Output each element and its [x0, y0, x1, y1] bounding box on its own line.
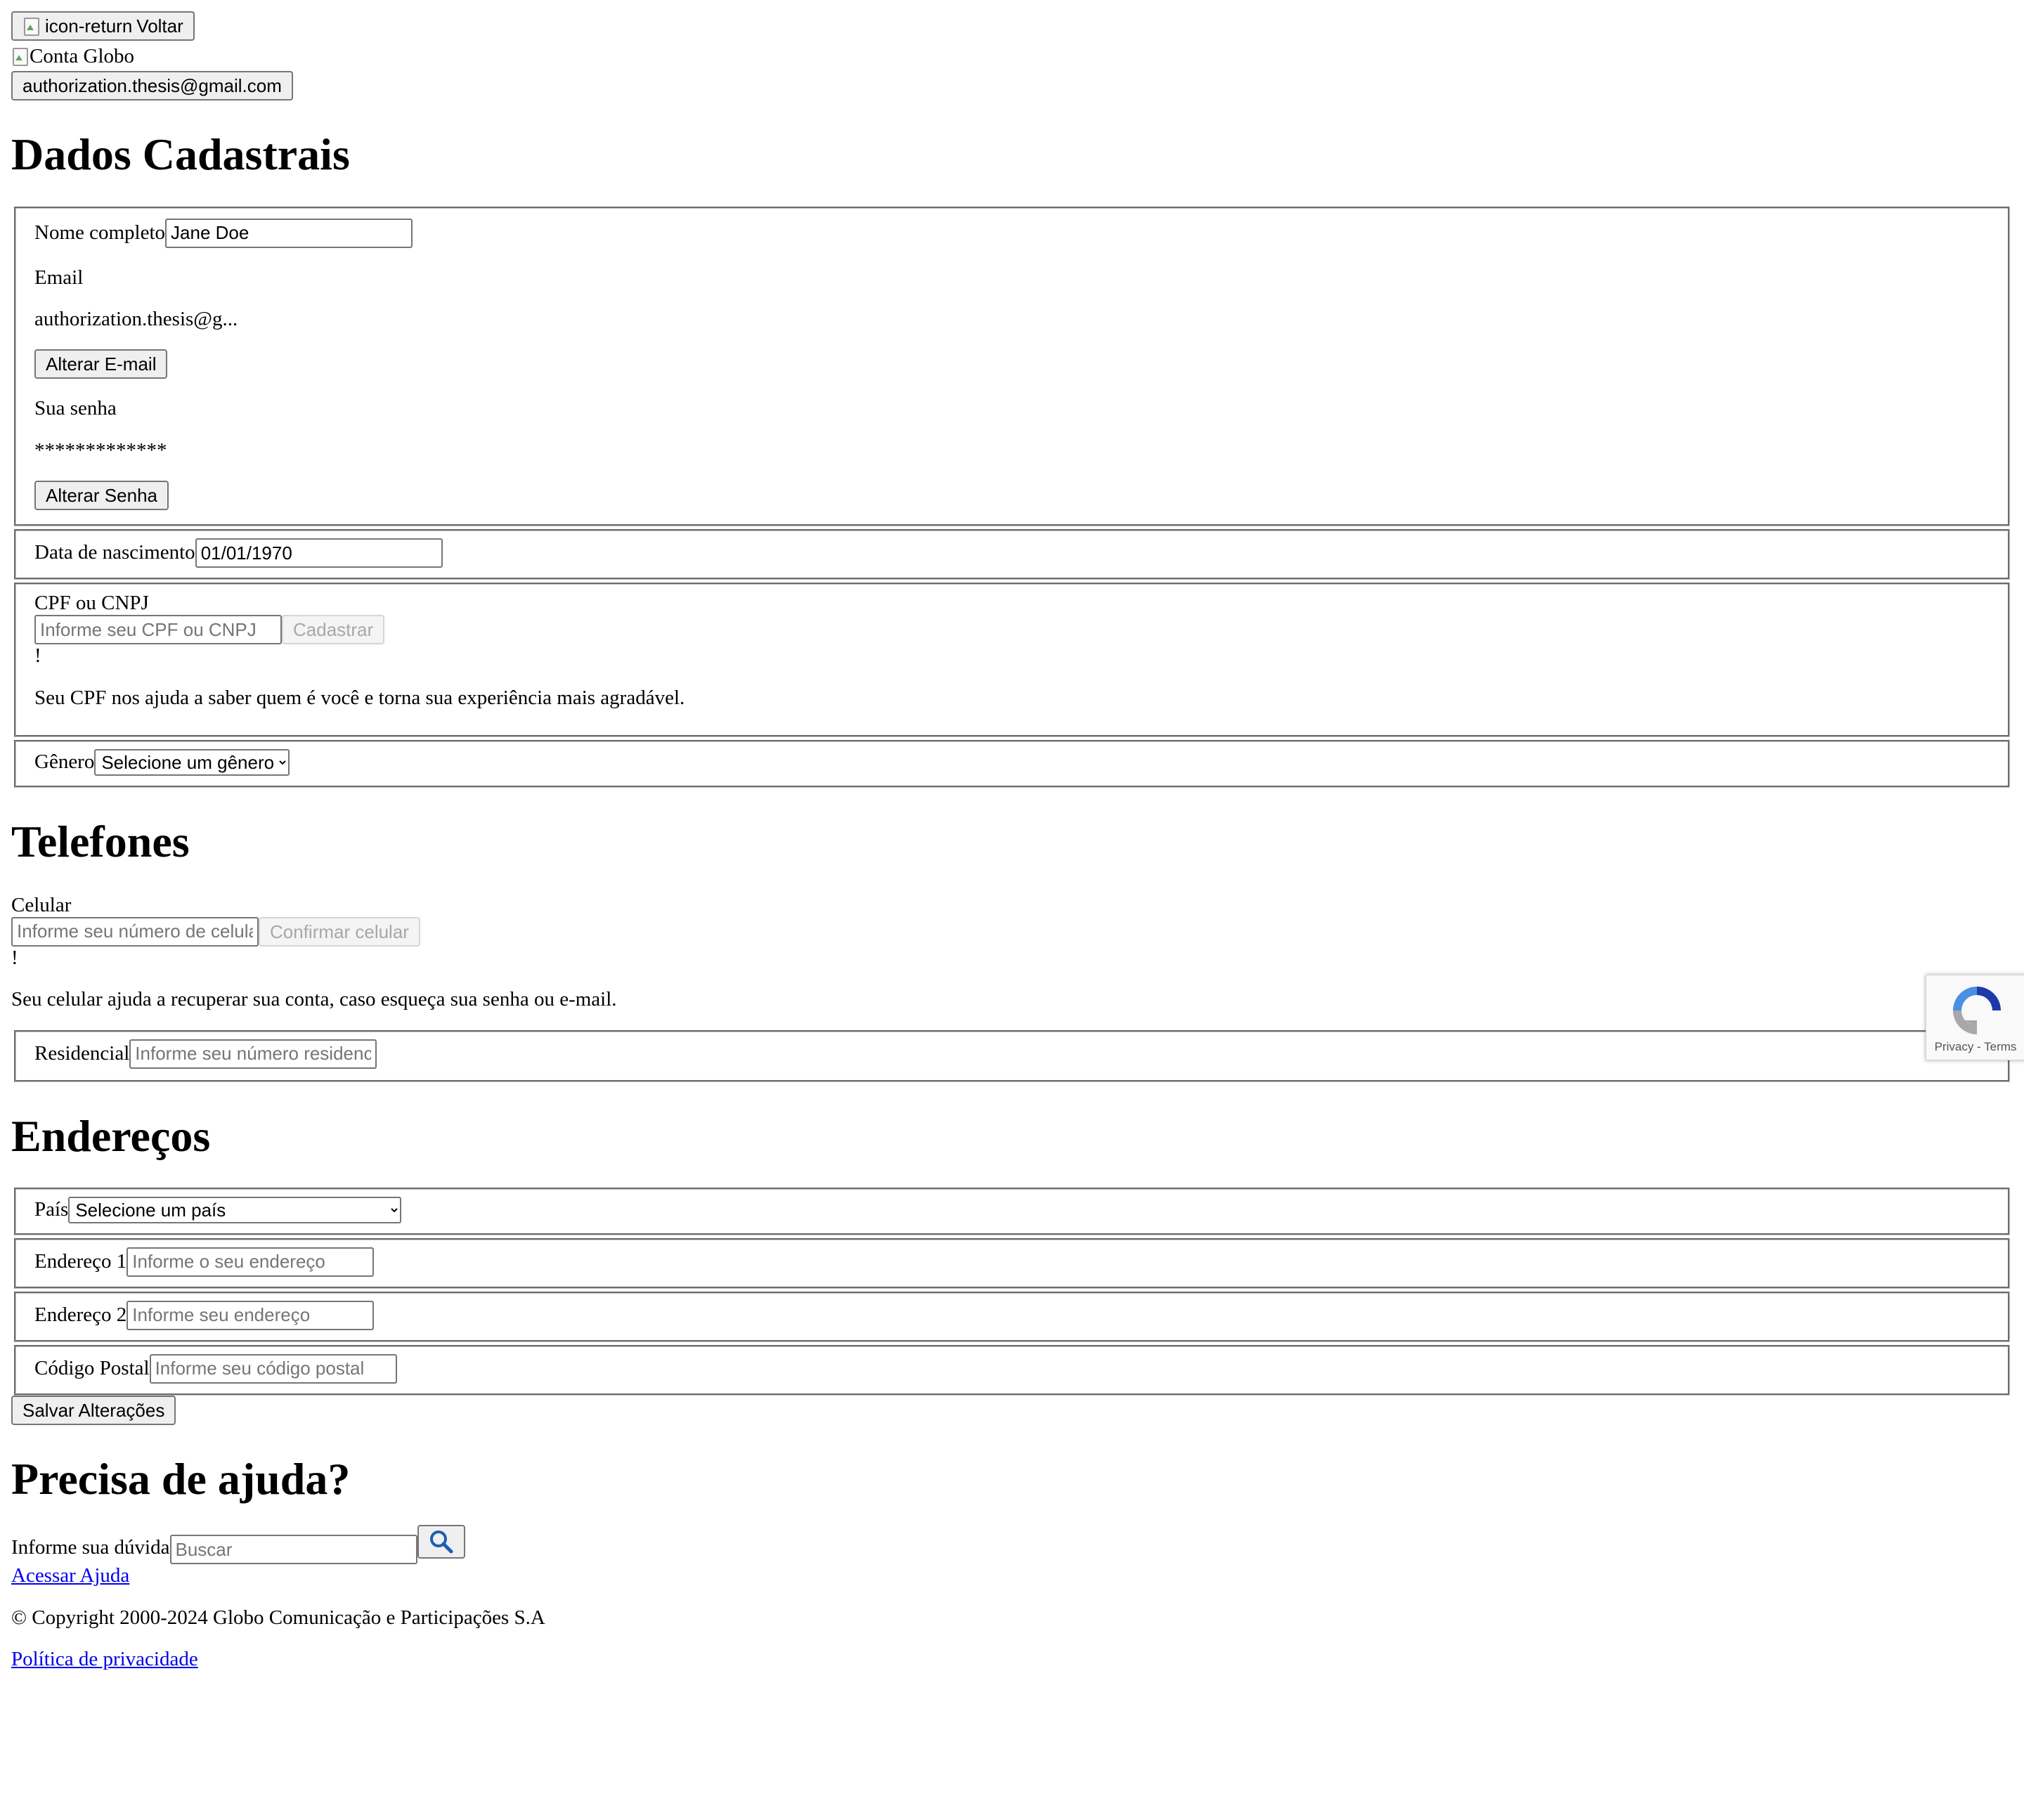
- return-icon: [22, 16, 41, 36]
- confirmar-celular-button[interactable]: Confirmar celular: [259, 916, 420, 947]
- cpf-help-text: Seu CPF nos ajuda a saber quem é você e …: [34, 686, 685, 709]
- endereco-1-label: Endereço 1: [34, 1250, 127, 1273]
- fieldset-codigo-postal: Código Postal: [14, 1344, 2010, 1396]
- section-title-enderecos: Endereços: [11, 1110, 211, 1161]
- fieldset-cpf: CPF ou CNPJ Cadastrar ! Seu CPF nos ajud…: [14, 583, 2010, 738]
- recaptcha-icon: [1953, 987, 2001, 1034]
- nascimento-input[interactable]: [195, 538, 443, 568]
- email-label: Email: [34, 266, 84, 289]
- help-search-button[interactable]: [417, 1525, 465, 1559]
- celular-help-text: Seu celular ajuda a recuperar sua conta,…: [11, 988, 617, 1011]
- genero-label: Gênero: [34, 750, 95, 774]
- acessar-ajuda-link[interactable]: Acessar Ajuda: [11, 1564, 129, 1587]
- logo-alt-text: Conta Globo: [30, 44, 135, 67]
- genero-select[interactable]: Selecione um gênero: [94, 749, 290, 776]
- pais-label: País: [34, 1198, 69, 1221]
- endereco-1-input[interactable]: [126, 1247, 375, 1277]
- endereco-2-input[interactable]: [126, 1300, 375, 1330]
- endereco-2-label: Endereço 2: [34, 1304, 127, 1327]
- search-icon: [429, 1530, 453, 1554]
- logo-image-icon: [11, 46, 30, 67]
- recaptcha-terms[interactable]: Privacy - Terms: [1926, 1040, 2024, 1054]
- salvar-alteracoes-button[interactable]: Salvar Alterações: [11, 1395, 176, 1425]
- privacy-policy-link[interactable]: Política de privacidade: [11, 1648, 198, 1670]
- alterar-email-button[interactable]: Alterar E-mail: [34, 349, 168, 379]
- section-title-telefones: Telefones: [11, 817, 190, 867]
- fieldset-residencial: Residencial: [14, 1029, 2010, 1082]
- back-button[interactable]: icon-return Voltar: [11, 11, 195, 41]
- pais-select[interactable]: Selecione um país: [68, 1196, 402, 1223]
- cpf-alert-icon: !: [34, 644, 41, 668]
- fieldset-account: Nome completo Email authorization.thesis…: [14, 206, 2010, 527]
- celular-label: Celular: [11, 893, 72, 916]
- fieldset-endereco-2: Endereço 2: [14, 1291, 2010, 1342]
- fieldset-genero: Gênero Selecione um gênero: [14, 740, 2010, 788]
- copyright-text: © Copyright 2000-2024 Globo Comunicação …: [11, 1606, 545, 1629]
- section-title-ajuda: Precisa de ajuda?: [11, 1453, 351, 1504]
- senha-label: Sua senha: [34, 397, 117, 420]
- section-title-dados-cadastrais: Dados Cadastrais: [11, 129, 350, 180]
- email-value: authorization.thesis@g...: [34, 308, 238, 331]
- cpf-label: CPF ou CNPJ: [34, 592, 149, 615]
- fieldset-endereco-1: Endereço 1: [14, 1237, 2010, 1289]
- residencial-input[interactable]: [129, 1039, 377, 1069]
- duvida-label: Informe sua dúvida: [11, 1535, 170, 1559]
- codigo-postal-input[interactable]: [149, 1353, 397, 1384]
- celular-alert-icon: !: [11, 946, 18, 969]
- celular-input[interactable]: [11, 916, 259, 947]
- nome-label: Nome completo: [34, 221, 166, 245]
- nascimento-label: Data de nascimento: [34, 541, 195, 564]
- logo: Conta Globo: [11, 41, 2013, 71]
- alterar-senha-button[interactable]: Alterar Senha: [34, 481, 169, 511]
- account-email-button[interactable]: authorization.thesis@gmail.com: [11, 71, 293, 101]
- return-icon-alt: icon-return: [45, 15, 133, 37]
- codigo-postal-label: Código Postal: [34, 1357, 150, 1380]
- help-search-input[interactable]: [169, 1535, 417, 1565]
- senha-value: *************: [34, 438, 167, 462]
- residencial-label: Residencial: [34, 1041, 130, 1065]
- fieldset-nascimento: Data de nascimento: [14, 529, 2010, 580]
- back-label: Voltar: [136, 15, 183, 37]
- cpf-input[interactable]: [34, 615, 282, 645]
- cadastrar-cpf-button[interactable]: Cadastrar: [282, 615, 385, 645]
- nome-input[interactable]: [165, 218, 413, 248]
- fieldset-pais: País Selecione um país: [14, 1187, 2010, 1235]
- recaptcha-badge[interactable]: Privacy - Terms: [1926, 975, 2024, 1060]
